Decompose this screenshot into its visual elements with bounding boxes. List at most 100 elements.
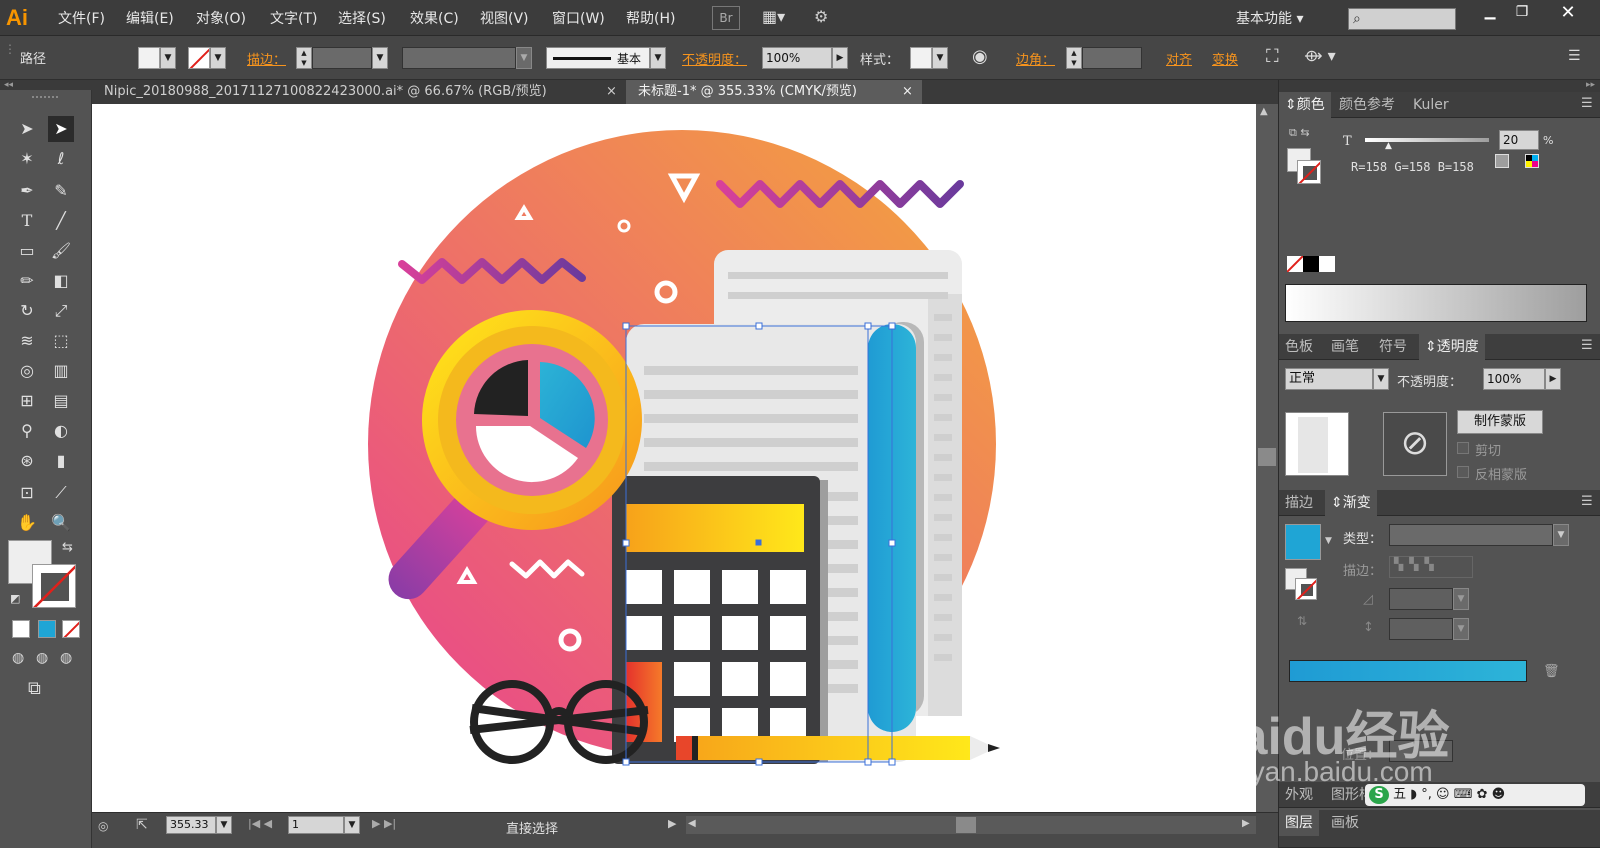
none-mode-button[interactable] (62, 620, 80, 638)
invert-mask-checkbox[interactable] (1457, 466, 1469, 478)
opacity-flyout[interactable]: ▶ (832, 47, 848, 69)
panel-menu-icon[interactable]: ☰ (1581, 494, 1593, 509)
tint-slider[interactable]: ▲ (1365, 138, 1489, 151)
transform-link[interactable]: 变换 (1212, 49, 1238, 68)
delete-stop-icon[interactable]: 🗑 (1543, 664, 1560, 679)
variable-width-profile[interactable] (402, 47, 516, 69)
gradient-mode-button[interactable] (38, 620, 56, 638)
mesh-tool-icon[interactable]: ⊞ (14, 388, 40, 414)
hscroll-thumb[interactable] (956, 817, 976, 833)
aspect-ratio-dropdown[interactable]: ▼ (1453, 618, 1469, 640)
paintbrush-tool-icon[interactable]: 🖌 (48, 238, 74, 264)
horizontal-scrollbar[interactable]: ◀ ▶ (686, 816, 1256, 834)
gradient-slider[interactable] (1289, 660, 1527, 682)
tint-slider-handle[interactable]: ▲ (1385, 141, 1392, 151)
draw-inside-icon[interactable]: ◍ (60, 650, 72, 666)
tab-gradient[interactable]: ⇕渐变 (1325, 490, 1377, 516)
control-panel-menu-icon[interactable]: ☰ (1568, 48, 1581, 64)
tab-color[interactable]: ⇕颜色 (1279, 92, 1331, 118)
menu-effect[interactable]: 效果(C) (410, 8, 459, 28)
variable-width-dropdown[interactable]: ▼ (516, 47, 532, 69)
opacity-input[interactable]: 100% (762, 47, 832, 69)
gradient-tool-icon[interactable]: ▤ (48, 388, 74, 414)
artboard-canvas[interactable] (92, 104, 1278, 812)
gradient-stroke-box[interactable] (1295, 578, 1317, 600)
graphic-style-dropdown[interactable]: ▼ (932, 47, 948, 69)
pencil-tool-icon[interactable]: ✏ (14, 268, 40, 294)
tab-kuler[interactable]: Kuler (1407, 92, 1455, 118)
selection-tool-icon[interactable]: ➤ (14, 116, 40, 142)
close-window-button[interactable]: ✕ (1550, 2, 1586, 26)
object-thumbnail[interactable] (1285, 412, 1349, 476)
panel-menu-icon[interactable]: ☰ (1581, 338, 1593, 353)
rectangle-tool-icon[interactable]: ▭ (14, 238, 40, 264)
artboard-tool-icon[interactable]: ⊡ (14, 480, 40, 506)
bridge-button[interactable]: Br (712, 6, 740, 30)
perspective-grid-tool-icon[interactable]: ▥ (48, 358, 74, 384)
symbol-sprayer-tool-icon[interactable]: ⊛ (14, 448, 40, 474)
workspace-switcher[interactable]: 基本功能 ▾ (1236, 8, 1303, 28)
eyedropper-tool-icon[interactable]: ⚲ (14, 418, 40, 444)
tab-artboards[interactable]: 画板 (1325, 810, 1365, 836)
rotate-tool-icon[interactable]: ↻ (14, 298, 40, 324)
menu-edit[interactable]: 编辑(E) (126, 8, 174, 28)
gradient-angle-input[interactable] (1389, 588, 1453, 610)
menu-select[interactable]: 选择(S) (338, 8, 386, 28)
gradient-type-dropdown[interactable]: ▼ (1553, 524, 1569, 546)
line-tool-icon[interactable]: ╱ (48, 208, 74, 234)
aspect-ratio-input[interactable] (1389, 618, 1453, 640)
graphic-style-swatch[interactable] (910, 47, 932, 69)
stroke-weight-input[interactable] (312, 47, 372, 69)
zoom-dropdown[interactable]: ▼ (216, 816, 232, 834)
panel-menu-icon[interactable]: ☰ (1581, 96, 1593, 111)
lasso-tool-icon[interactable]: ℓ (48, 146, 74, 172)
stroke-swatch[interactable] (188, 47, 210, 69)
color-stroke-box[interactable] (1297, 160, 1321, 184)
tab-untitled-document[interactable]: 未标题-1* @ 355.33% (CMYK/预览) × (626, 80, 922, 104)
eraser-tool-icon[interactable]: ◧ (48, 268, 74, 294)
status-flyout-icon[interactable]: ▶ (668, 817, 676, 830)
none-swatch[interactable] (1287, 256, 1303, 272)
tab-nipic-document[interactable]: Nipic_20180988_20171127100822423000.ai* … (92, 80, 626, 104)
corner-label[interactable]: 边角： (1016, 49, 1055, 68)
status-menu-icon[interactable]: ◎ (98, 819, 108, 833)
slice-tool-icon[interactable]: ⟋ (48, 480, 74, 506)
fill-swatch[interactable] (138, 47, 160, 69)
transparency-opacity-input[interactable]: 100% (1483, 368, 1545, 390)
artboard-dropdown[interactable]: ▼ (344, 816, 360, 834)
export-icon[interactable]: ⇱ (136, 817, 148, 833)
scale-tool-icon[interactable]: ⤢ (48, 298, 74, 324)
width-tool-icon[interactable]: ≋ (14, 328, 40, 354)
stroke-weight-dropdown[interactable]: ▼ (372, 47, 388, 69)
toolbox-collapse-icon[interactable]: ◂◂ (0, 80, 92, 90)
screen-mode-icon[interactable]: ⧉ (28, 678, 41, 699)
color-mode-button[interactable] (12, 620, 30, 638)
brush-definition[interactable]: 基本 (546, 47, 650, 69)
menu-help[interactable]: 帮助(H) (626, 8, 675, 28)
transform-again-icon[interactable]: ⟴ ▾ (1304, 46, 1336, 65)
restore-button[interactable]: ❐ (1508, 4, 1536, 26)
last-artboard-icon[interactable]: ▶ ▶| (372, 817, 396, 830)
tab-color-guide[interactable]: 颜色参考 (1333, 92, 1401, 118)
menu-type[interactable]: 文字(T) (270, 8, 317, 28)
gradient-type-select[interactable] (1389, 524, 1553, 546)
web-safe-icon[interactable] (1495, 154, 1509, 168)
scroll-up-icon[interactable]: ▲ (1260, 106, 1268, 117)
tab-swatches[interactable]: 色板 (1279, 334, 1319, 360)
tab-transparency[interactable]: ⇕透明度 (1419, 334, 1485, 360)
scroll-thumb[interactable] (1258, 448, 1276, 466)
recolor-artwork-icon[interactable]: ◉ (972, 46, 988, 67)
make-mask-button[interactable]: 制作蒙版 (1457, 410, 1543, 434)
first-artboard-icon[interactable]: |◀ ◀ (248, 817, 272, 830)
type-tool-icon[interactable]: T (14, 208, 40, 234)
zoom-input[interactable]: 355.33 (166, 816, 216, 834)
black-swatch[interactable] (1303, 256, 1319, 272)
stroke-weight-stepper[interactable]: ▲ ▼ (296, 47, 312, 69)
tab-stroke[interactable]: 描边 (1279, 490, 1319, 516)
menu-object[interactable]: 对象(O) (196, 8, 246, 28)
tab-symbols[interactable]: 符号 (1373, 334, 1413, 360)
column-graph-tool-icon[interactable]: ▮ (48, 448, 74, 474)
artboard-number-input[interactable]: 1 (288, 816, 344, 834)
magic-wand-tool-icon[interactable]: ✶ (14, 146, 40, 172)
tint-input[interactable]: 20 (1499, 130, 1539, 150)
